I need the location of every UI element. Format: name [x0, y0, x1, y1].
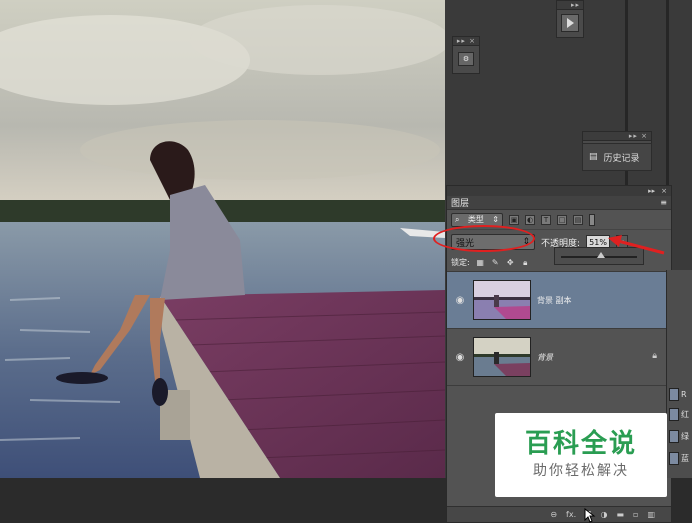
channel-thumbnail	[669, 408, 679, 421]
panel-close-icon[interactable]: ▸▸ ×	[453, 37, 479, 46]
channel-label: 蓝	[681, 454, 689, 463]
channel-item[interactable]: 蓝	[669, 450, 692, 467]
eye-icon[interactable]: ◉	[453, 295, 467, 306]
channel-thumbnail	[669, 452, 679, 465]
smart-object-filter-icon[interactable]: ▤	[573, 214, 583, 225]
document-canvas[interactable]	[0, 0, 445, 478]
channel-item[interactable]: 绿	[669, 428, 692, 445]
lock-label: 锁定:	[451, 258, 470, 267]
annotation-arrow-icon	[608, 235, 665, 255]
play-icon[interactable]	[557, 10, 583, 36]
layer-row[interactable]: ◉ 背景 🔒︎	[447, 329, 671, 386]
panel-menu-icon[interactable]: ≡	[660, 198, 667, 207]
type-filter-icon[interactable]: T	[541, 214, 551, 225]
layer-thumbnail	[473, 337, 531, 377]
new-layer-icon[interactable]: ▫	[633, 510, 638, 519]
collapsed-panel-tool[interactable]: ▸▸ × ⚙	[452, 36, 480, 74]
pixel-filter-icon[interactable]: ▣	[509, 214, 519, 225]
channel-label: 绿	[681, 432, 689, 441]
opacity-slider-thumb[interactable]	[597, 252, 605, 258]
close-icon[interactable]: ×	[661, 186, 667, 196]
chevron-updown-icon: ⇕	[492, 215, 499, 224]
filter-toggle[interactable]	[589, 213, 595, 226]
history-panel-header: ▸▸ ×	[582, 131, 652, 143]
lock-icon: 🔒︎	[652, 351, 657, 361]
shape-filter-icon[interactable]: □	[557, 214, 567, 225]
layers-tab[interactable]: 图层	[451, 196, 469, 209]
channel-label: 红	[681, 410, 689, 419]
adjustment-icon[interactable]: ◑	[600, 510, 607, 519]
watermark-subtitle: 助你轻松解决	[533, 463, 629, 479]
history-icon: ▤	[589, 152, 598, 162]
panel-close-icon[interactable]: ▸▸ ×	[583, 132, 651, 141]
layer-name[interactable]: 背景	[537, 352, 553, 363]
layers-title-row: 图层 ≡	[447, 196, 671, 210]
adjustment-filter-icon[interactable]: ◐	[525, 214, 535, 225]
lock-move-icon[interactable]: ✥	[506, 258, 515, 267]
lock-paint-icon[interactable]: ✎	[491, 258, 500, 267]
lock-all-icon[interactable]: 🔒︎	[521, 258, 530, 267]
filter-label: 类型	[467, 215, 484, 224]
eye-icon[interactable]: ◉	[453, 352, 467, 363]
history-panel-button[interactable]: ▤ 历史记录	[582, 143, 652, 171]
channel-thumbnail	[669, 388, 679, 401]
search-icon: ⌕	[455, 214, 460, 224]
watermark-logo: 百科全说 助你轻松解决	[495, 413, 667, 497]
channel-label: R	[681, 390, 687, 399]
panel-tabbar: ▸▸ ×	[447, 186, 671, 196]
panel-collapse-icon[interactable]: ▸▸	[557, 1, 583, 10]
layer-thumbnail	[473, 280, 531, 320]
collapse-icon[interactable]: ▸▸	[648, 186, 655, 196]
channel-item[interactable]: 红	[669, 406, 692, 423]
trash-icon[interactable]: ▥	[647, 510, 655, 519]
link-icon[interactable]: ⊖	[550, 510, 557, 519]
group-icon[interactable]: ▬	[616, 510, 624, 519]
annotation-circle	[433, 225, 535, 252]
channel-thumbnail	[669, 430, 679, 443]
layer-row[interactable]: ◉ 背景 副本	[447, 272, 671, 329]
channel-item[interactable]: R	[669, 386, 692, 403]
lock-transparent-icon[interactable]: ▦	[476, 258, 485, 267]
channels-panel: R 红 绿 蓝	[666, 270, 692, 478]
history-label: 历史记录	[603, 153, 640, 164]
fx-icon[interactable]: fx.	[566, 510, 576, 519]
photo-canvas	[0, 0, 445, 478]
layers-toolbar: ⊖ fx. ◘ ◑ ▬ ▫ ▥	[447, 506, 671, 522]
tool-preset-icon[interactable]: ⚙	[453, 46, 479, 72]
watermark-title: 百科全说	[524, 429, 637, 459]
collapsed-panel-play[interactable]: ▸▸	[556, 0, 584, 38]
layer-name[interactable]: 背景 副本	[537, 295, 572, 306]
cursor-icon	[584, 508, 596, 523]
